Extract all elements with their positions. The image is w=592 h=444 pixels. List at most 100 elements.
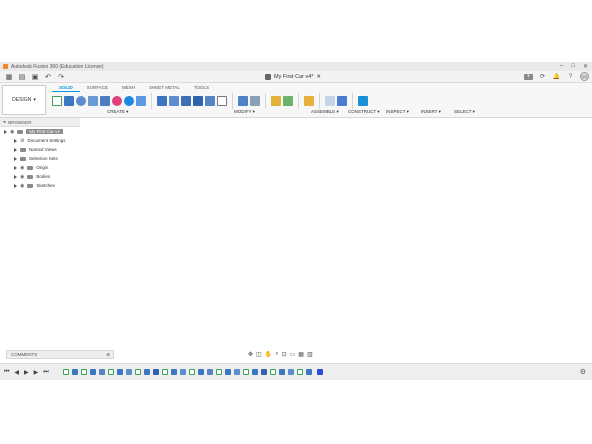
undo-icon[interactable]: ↶ [44,73,52,81]
timeline-feature[interactable] [116,369,123,375]
browser-item-document-settings[interactable]: ⚙ Document Settings [0,136,80,145]
timeline-feature[interactable] [188,369,195,375]
step-forward-icon[interactable]: ▶ [34,369,39,376]
tab-solid[interactable]: SOLID [52,84,80,92]
visibility-eye-icon[interactable]: ◉ [10,129,14,135]
group-select[interactable]: SELECT ▾ [454,109,475,115]
timeline-feature[interactable] [107,369,114,375]
timeline-feature[interactable] [71,369,78,375]
play-icon[interactable]: ▶ [24,369,29,376]
notifications-icon[interactable]: 🔔 [552,73,561,80]
visibility-eye-icon[interactable]: ◉ [20,174,24,180]
form-icon[interactable] [112,96,122,106]
help-icon[interactable]: ? [566,74,575,80]
tab-sheet-metal[interactable]: SHEET METAL [142,84,187,92]
canvas-icon[interactable] [337,96,347,106]
minimize-button[interactable]: – [560,63,563,70]
zoom-icon[interactable]: ⌕ [275,351,278,358]
new-component-icon[interactable] [238,96,248,106]
new-tab-button[interactable]: + [524,73,533,80]
revolve-icon[interactable] [76,96,86,106]
timeline-feature[interactable] [125,369,132,375]
combine-icon[interactable] [205,96,215,106]
close-button[interactable]: ✕ [583,63,588,70]
expand-icon[interactable] [14,174,17,179]
group-assemble[interactable]: ASSEMBLE ▾ [311,109,339,115]
expand-icon[interactable] [14,183,17,188]
expand-icon[interactable] [4,129,7,134]
timeline-feature[interactable] [179,369,186,375]
group-construct[interactable]: CONSTRUCT ▾ [348,109,380,115]
timeline-feature[interactable] [89,369,96,375]
workspace-switcher[interactable]: DESIGN ▾ [2,85,46,115]
group-modify[interactable]: MODIFY ▾ [234,109,255,115]
add-comment-icon[interactable]: ⊕ [106,352,110,358]
timeline-feature[interactable] [287,369,294,375]
user-avatar[interactable]: CC [580,72,589,81]
go-start-icon[interactable]: ⏮ [4,369,9,376]
mirror-icon[interactable] [136,96,146,106]
joint-icon[interactable] [250,96,260,106]
collapse-icon[interactable]: ◂ [3,119,5,125]
orbit-icon[interactable]: ✥ [248,351,253,358]
expand-icon[interactable] [14,165,17,170]
look-at-icon[interactable]: ◫ [256,351,262,358]
grid-settings-icon[interactable]: ▦ [298,351,304,358]
pan-icon[interactable]: ✋ [265,351,272,358]
measure-icon[interactable] [304,96,314,106]
tab-surface[interactable]: SURFACE [80,84,115,92]
fillet-icon[interactable] [169,96,179,106]
timeline-feature[interactable] [206,369,213,375]
timeline-feature[interactable] [269,369,276,375]
browser-item-named-views[interactable]: Named Views [0,145,80,154]
grid-icon[interactable]: ▦ [5,73,13,81]
expand-icon[interactable] [14,156,17,161]
browser-item-bodies[interactable]: ◉ Bodies [0,172,80,181]
timeline-feature[interactable] [98,369,105,375]
timeline-feature[interactable] [62,369,69,375]
timeline-marker[interactable] [316,369,323,375]
move-icon[interactable] [217,96,227,106]
group-insert[interactable]: INSERT ▾ [421,109,441,115]
go-end-icon[interactable]: ⏭ [43,369,48,376]
browser-item-selection-sets[interactable]: Selection Sets [0,154,80,163]
viewports-icon[interactable]: ▥ [307,351,313,358]
timeline-feature[interactable] [251,369,258,375]
timeline-feature[interactable] [215,369,222,375]
expand-icon[interactable] [14,138,17,143]
browser-item-origin[interactable]: ◉ Origin [0,163,80,172]
chamfer-icon[interactable] [181,96,191,106]
new-sketch-icon[interactable] [52,96,62,106]
browser-root[interactable]: ◉ My First Car v4 [0,127,80,136]
timeline-feature[interactable] [278,369,285,375]
close-tab-icon[interactable]: ✕ [316,74,321,80]
redo-icon[interactable]: ↷ [57,73,65,81]
press-pull-icon[interactable] [157,96,167,106]
browser-item-sketches[interactable]: ◉ Sketches [0,181,80,190]
comments-panel[interactable]: COMMENTS ⊕ [6,350,114,359]
document-tab[interactable]: My First Car v4* ✕ [265,72,321,82]
offset-plane-icon[interactable] [271,96,281,106]
fit-icon[interactable]: ⊡ [282,351,287,358]
visibility-eye-icon[interactable]: ◉ [20,183,24,189]
timeline-settings-icon[interactable]: ⚙ [580,368,586,376]
timeline-feature[interactable] [134,369,141,375]
timeline-feature[interactable] [260,369,267,375]
save-icon[interactable]: ▣ [31,73,39,81]
refresh-icon[interactable]: ⟳ [538,73,547,80]
insert-icon[interactable] [325,96,335,106]
timeline-feature[interactable] [197,369,204,375]
timeline-feature[interactable] [143,369,150,375]
sweep-icon[interactable] [88,96,98,106]
canvas-viewport[interactable] [0,118,592,363]
timeline-feature[interactable] [161,369,168,375]
display-settings-icon[interactable]: ▭ [290,351,296,358]
group-create[interactable]: CREATE ▾ [107,109,128,115]
timeline-feature[interactable] [305,369,312,375]
timeline-feature[interactable] [152,369,159,375]
group-inspect[interactable]: INSPECT ▾ [386,109,409,115]
extrude-icon[interactable] [64,96,74,106]
timeline-feature[interactable] [80,369,87,375]
timeline-feature[interactable] [242,369,249,375]
timeline-feature[interactable] [296,369,303,375]
